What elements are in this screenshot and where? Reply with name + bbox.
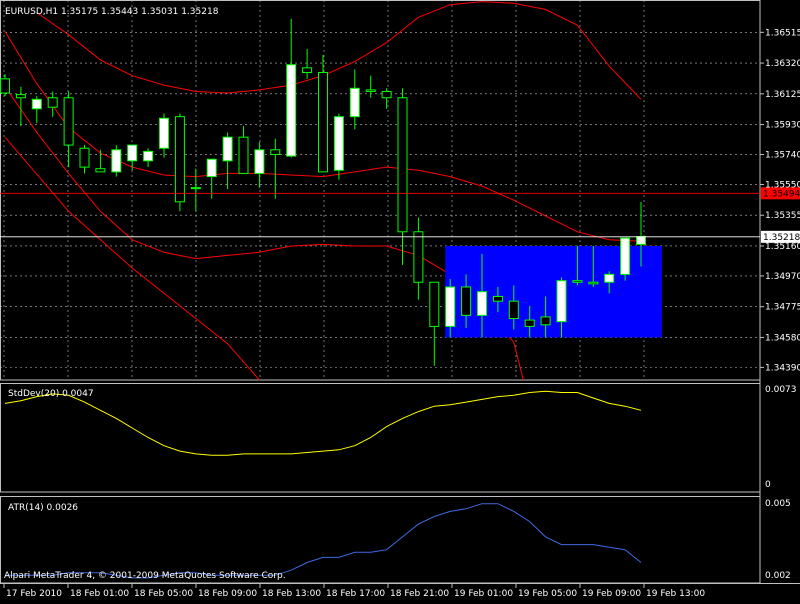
stddev-tick-label: 0.0073: [765, 385, 797, 395]
x-tick-label: 18 Feb 13:00: [262, 589, 321, 599]
x-tick-label: 18 Feb 09:00: [198, 589, 257, 599]
candle-body: [143, 150, 154, 162]
atr-tick-label: 0.005: [765, 499, 791, 509]
candle-body: [47, 97, 58, 108]
y-tick-label: 1.35930: [765, 121, 800, 131]
candle-body: [588, 281, 599, 285]
candle-body: [238, 136, 249, 174]
stddev-line: [4, 390, 642, 456]
candle-body: [508, 300, 519, 320]
candle-body: [270, 149, 281, 156]
candle-body: [413, 231, 424, 283]
candle-body: [15, 94, 26, 99]
candle-body: [174, 116, 185, 203]
candle-body: [111, 149, 122, 173]
candle-body: [556, 280, 567, 323]
candle-body: [524, 319, 535, 327]
candle-body: [540, 316, 551, 326]
candle-body: [429, 281, 440, 327]
candle-body: [254, 149, 265, 174]
candle-body: [63, 97, 74, 146]
candle-body: [461, 286, 472, 316]
candle-body: [206, 158, 217, 178]
candle-body: [381, 90, 392, 99]
y-tick-label: 1.35740: [765, 151, 800, 161]
y-tick-label: 1.34390: [765, 363, 800, 373]
panel-border: [0, 383, 761, 493]
y-tick-label: 1.35550: [765, 180, 800, 190]
x-tick-label: 17 Feb 2010: [6, 589, 62, 599]
atr-tick-label: 0.002: [765, 571, 791, 581]
x-tick-label: 19 Feb 13:00: [646, 589, 705, 599]
candle-body: [477, 291, 487, 316]
y-tick-label: 1.36320: [765, 59, 800, 69]
chart-window: 1.35494 1.35218 1.36515 1.36320 1.36125 1.35…: [0, 0, 800, 600]
x-tick-label: 18 Feb 21:00: [390, 589, 449, 599]
x-tick-label: 19 Feb 01:00: [454, 589, 513, 599]
y-tick-label: 1.36125: [765, 90, 800, 100]
y-tick-label: 1.36515: [765, 28, 800, 38]
candle-body: [190, 187, 201, 190]
grid: [0, 0, 800, 584]
copyright-text: Alpari MetaTrader 4, © 2001-2009 MetaQuo…: [4, 571, 286, 581]
x-tick-label: 18 Feb 05:00: [134, 589, 193, 599]
y-tick-label: 1.34775: [765, 303, 800, 313]
symbol-header: EURUSD,H1 1.35175 1.35443 1.35031 1.3521…: [5, 7, 219, 17]
y-tick-label: 1.34970: [765, 272, 800, 282]
candle-body: [318, 72, 328, 173]
candle-body: [604, 273, 615, 283]
candle-body: [333, 116, 344, 171]
x-tick-label: 19 Feb 09:00: [582, 589, 641, 599]
atr-line: [5, 503, 642, 579]
atr-label: ATR(14) 0.0026: [8, 503, 78, 513]
candle-body: [397, 97, 408, 233]
candle-body: [445, 286, 456, 327]
candle-body: [31, 98, 42, 110]
stddev-tick-label: 0: [765, 480, 771, 490]
price-marker-label: 1.35494: [763, 189, 800, 199]
stddev-label: StdDev(20) 0.0047: [8, 389, 94, 399]
y-tick-label: 1.35160: [765, 242, 800, 252]
candle-body: [286, 64, 297, 157]
candle-body: [127, 144, 138, 162]
candle-body: [620, 237, 631, 275]
candle-body: [95, 168, 106, 173]
candle-body: [349, 87, 360, 118]
y-tick-label: 1.34580: [765, 333, 800, 343]
candle-body: [79, 147, 90, 168]
x-tick-label: 18 Feb 17:00: [326, 589, 385, 599]
x-tick-label: 18 Feb 01:00: [70, 589, 129, 599]
y-tick-label: 1.35355: [765, 211, 800, 221]
candle-body: [302, 67, 313, 74]
candle-body: [222, 136, 233, 162]
candle-body: [572, 280, 583, 283]
x-tick-label: 19 Feb 05:00: [518, 589, 577, 599]
candle-body: [636, 236, 646, 245]
candle-body: [0, 78, 10, 94]
chart-canvas[interactable]: 1.354941.35218 1.365151.363201.361251.35…: [0, 0, 800, 600]
candle-body: [159, 117, 169, 149]
indicator-lines: [4, 390, 642, 579]
candle-body: [365, 89, 376, 92]
candle-body: [492, 295, 503, 302]
